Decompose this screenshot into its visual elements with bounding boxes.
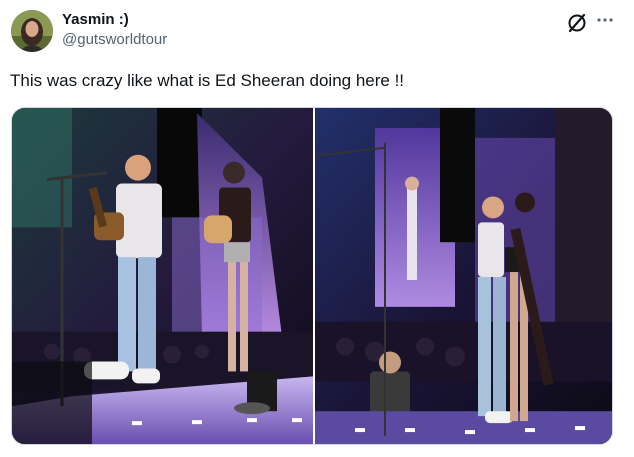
tweet-text: This was crazy like what is Ed Sheeran d… bbox=[10, 71, 405, 90]
author-handle[interactable]: @gutsworldtour bbox=[62, 31, 167, 49]
tweet-card: Yasmin :) @gutsworldtour This was crazy … bbox=[0, 0, 634, 457]
more-options-icon[interactable] bbox=[594, 9, 616, 31]
tweet-media[interactable] bbox=[11, 107, 613, 445]
concert-photo-left[interactable] bbox=[12, 108, 313, 444]
concert-photo-right[interactable] bbox=[315, 108, 612, 444]
avatar[interactable] bbox=[11, 10, 53, 52]
x-logo-icon[interactable] bbox=[566, 12, 588, 34]
author-name[interactable]: Yasmin :) bbox=[62, 11, 129, 29]
